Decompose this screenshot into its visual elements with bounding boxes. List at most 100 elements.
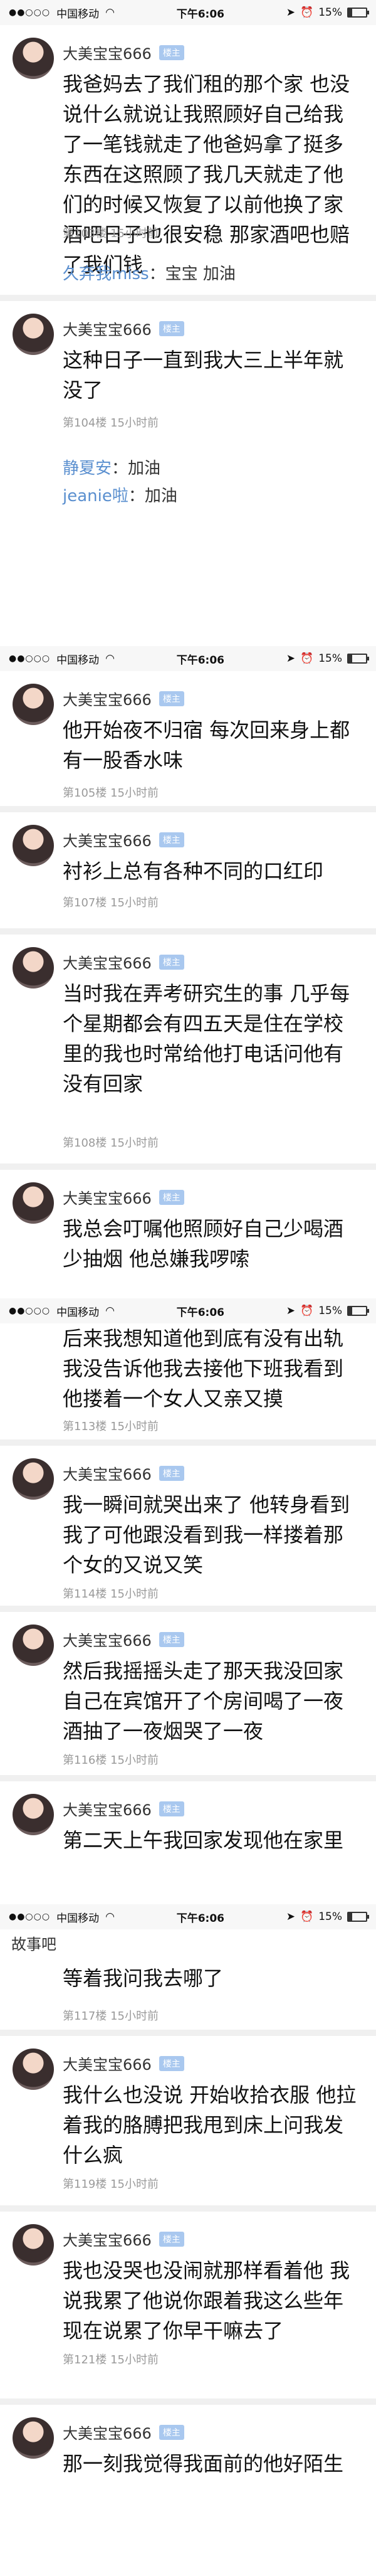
post-meta: 第108楼 15小时前 — [63, 1137, 159, 1150]
signal-icon: ●●○○○ — [9, 1306, 51, 1316]
reply-user[interactable]: 久弃我miss — [63, 265, 149, 284]
author-badge: 楼主 — [159, 1631, 184, 1647]
post-meta: 第121楼 15小时前 — [63, 2353, 159, 2367]
avatar[interactable] — [13, 684, 54, 725]
username[interactable]: 大美宝宝666 — [63, 1798, 152, 1820]
status-bar: ●●○○○ 中国移动 ◠ 下午6:06 ➤ ⏰ 15% — [0, 1904, 376, 1929]
avatar[interactable] — [13, 825, 54, 866]
divider — [0, 928, 376, 935]
post-meta: 第113楼 15小时前 — [63, 1420, 159, 1433]
divider — [0, 295, 376, 301]
post-text: 第二天上午我回家发现他在家里 — [63, 1828, 344, 1852]
avatar[interactable] — [13, 1182, 54, 1224]
post-item: 大美宝宝666 楼主 衬衫上总有各种不同的口红印 第107楼 15小时前 — [0, 812, 376, 925]
alarm-icon: ⏰ — [300, 1911, 314, 1923]
username[interactable]: 大美宝宝666 — [63, 687, 152, 709]
avatar[interactable] — [13, 2224, 54, 2266]
wifi-icon: ◠ — [105, 652, 115, 665]
battery-icon — [347, 1306, 369, 1316]
post-meta: 第116楼 15小时前 — [63, 1754, 159, 1767]
username[interactable]: 大美宝宝666 — [63, 1462, 152, 1484]
post-meta: 第107楼 15小时前 — [63, 896, 159, 909]
location-icon: ➤ — [286, 6, 296, 19]
post-item: 大美宝宝666 楼主 第二天上午我回家发现他在家里 — [0, 1781, 376, 1900]
battery-icon — [347, 1912, 369, 1922]
status-bar: ●●○○○ 中国移动 ◠ 下午6:06 ➤ ⏰ 15% — [0, 1298, 376, 1323]
status-time: 下午6:06 — [176, 1912, 224, 1925]
status-time: 下午6:06 — [176, 1306, 224, 1319]
author-badge: 楼主 — [159, 954, 184, 970]
username[interactable]: 大美宝宝666 — [63, 1628, 152, 1650]
post-meta: 第119楼 15小时前 — [63, 2178, 159, 2191]
avatar[interactable] — [13, 947, 54, 989]
reply-user[interactable]: jeanie啦 — [63, 487, 128, 506]
username[interactable]: 大美宝宝666 — [63, 2052, 152, 2074]
author-badge: 楼主 — [159, 2055, 184, 2071]
reply-text: 加油 — [128, 459, 161, 478]
post-text: 那一刻我觉得我面前的他好陌生 — [63, 2452, 344, 2476]
carrier-label: 中国移动 — [56, 654, 100, 667]
username[interactable]: 大美宝宝666 — [63, 2228, 152, 2250]
author-badge: 楼主 — [159, 2231, 184, 2247]
post-item: 大美宝宝666 楼主 那一刻我觉得我面前的他好陌生 — [0, 2405, 376, 2576]
post-text: 我什么也没说 开始收拾衣服 他拉着我的胳膊把我甩到床上问我发什么疯 — [63, 2083, 357, 2167]
avatar[interactable] — [13, 2417, 54, 2459]
author-badge: 楼主 — [159, 1801, 184, 1816]
avatar[interactable] — [13, 2049, 54, 2090]
reply-text: 宝宝 加油 — [165, 265, 236, 284]
avatar[interactable] — [13, 314, 54, 355]
avatar[interactable] — [13, 38, 54, 79]
battery-percent: 15% — [318, 1305, 342, 1317]
divider — [0, 1439, 376, 1446]
divider — [0, 2205, 376, 2212]
divider — [0, 1163, 376, 1170]
battery-percent: 15% — [318, 1911, 342, 1923]
reply-user[interactable]: 静夏安 — [63, 459, 112, 478]
username[interactable]: 大美宝宝666 — [63, 317, 152, 339]
avatar[interactable] — [13, 1794, 54, 1835]
status-time: 下午6:06 — [176, 8, 224, 21]
battery-icon — [347, 8, 369, 18]
post-text: 我一瞬间就哭出来了 他转身看到我了可他跟没看到我一样搂着那个女的又说又笑 — [63, 1493, 350, 1577]
signal-icon: ●●○○○ — [9, 654, 51, 664]
post-item: 大美宝宝666 楼主 我也没哭也没闹就那样看着他 我说我累了他说你跟着我这么些年现… — [0, 2212, 376, 2419]
post-text: 衬衫上总有各种不同的口红印 — [63, 859, 324, 883]
status-time: 下午6:06 — [176, 654, 224, 667]
post-text: 他开始夜不归宿 每次回来身上都有一股香水味 — [63, 718, 350, 772]
post-item: 大美宝宝666 楼主 我总会叮嘱他照顾好自己少喝酒少抽烟 他总嫌我啰嗦 — [0, 1170, 376, 1295]
signal-icon: ●●○○○ — [9, 8, 51, 18]
reply-item[interactable]: 久弃我miss：宝宝 加油 — [63, 261, 236, 284]
status-bar: ●●○○○ 中国移动 ◠ 下午6:06 ➤ ⏰ 15% — [0, 0, 376, 25]
divider — [0, 2398, 376, 2405]
reply-item[interactable]: 静夏安：加油 — [63, 455, 160, 479]
post-item: 大美宝宝666 楼主 当时我在弄考研究生的事 几乎每个星期都会有四五天是住在学校里… — [0, 935, 376, 1167]
screenshot-collage: ●●○○○ 中国移动 ◠ 下午6:06 ➤ ⏰ 15% 大美宝宝666 楼主 我爸妈去了我… — [0, 0, 376, 2576]
post-meta: 第105楼 15小时前 — [63, 787, 159, 800]
username[interactable]: 大美宝宝666 — [63, 829, 152, 851]
avatar[interactable] — [13, 1458, 54, 1500]
divider — [0, 1606, 376, 1612]
status-bar: ●●○○○ 中国移动 ◠ 下午6:06 ➤ ⏰ 15% — [0, 646, 376, 671]
avatar[interactable] — [13, 1625, 54, 1666]
carrier-label: 中国移动 — [56, 1306, 100, 1319]
author-badge: 楼主 — [159, 2424, 184, 2440]
post-text: 我爸妈去了我们租的那个家 也没说什么就说让我照顾好自己给我了一笔钱就走了他爸妈拿… — [63, 72, 350, 277]
username[interactable]: 大美宝宝666 — [63, 2421, 152, 2443]
author-badge: 楼主 — [159, 1465, 184, 1481]
location-icon: ➤ — [286, 652, 296, 665]
username[interactable]: 大美宝宝666 — [63, 951, 152, 973]
post-text: 然后我摇摇头走了那天我没回家自己在宾馆开了个房间喝了一夜酒抽了一夜烟哭了一夜 — [63, 1659, 344, 1743]
reply-text: 加油 — [144, 487, 177, 506]
post-item: 大美宝宝666 楼主 这种日子一直到我大三上半年就没了 第104楼 15小时前 — [0, 301, 376, 452]
post-text: 后来我想知道他到底有没有出轨我没告诉他我去接他下班我看到他搂着一个女人又亲又摸 — [63, 1327, 344, 1411]
reply-item[interactable]: jeanie啦：加油 — [63, 483, 177, 506]
location-icon: ➤ — [286, 1911, 296, 1923]
post-meta: 第117楼 15小时前 — [63, 2010, 159, 2023]
username[interactable]: 大美宝宝666 — [63, 1186, 152, 1208]
post-item: 大美宝宝666 楼主 我爸妈去了我们租的那个家 也没说什么就说让我照顾好自己给我了… — [0, 25, 376, 277]
forum-title[interactable]: 故事吧 — [11, 1932, 56, 1954]
alarm-icon: ⏰ — [300, 1305, 314, 1317]
carrier-label: 中国移动 — [56, 1912, 100, 1925]
author-badge: 楼主 — [159, 321, 184, 336]
username[interactable]: 大美宝宝666 — [63, 41, 152, 63]
